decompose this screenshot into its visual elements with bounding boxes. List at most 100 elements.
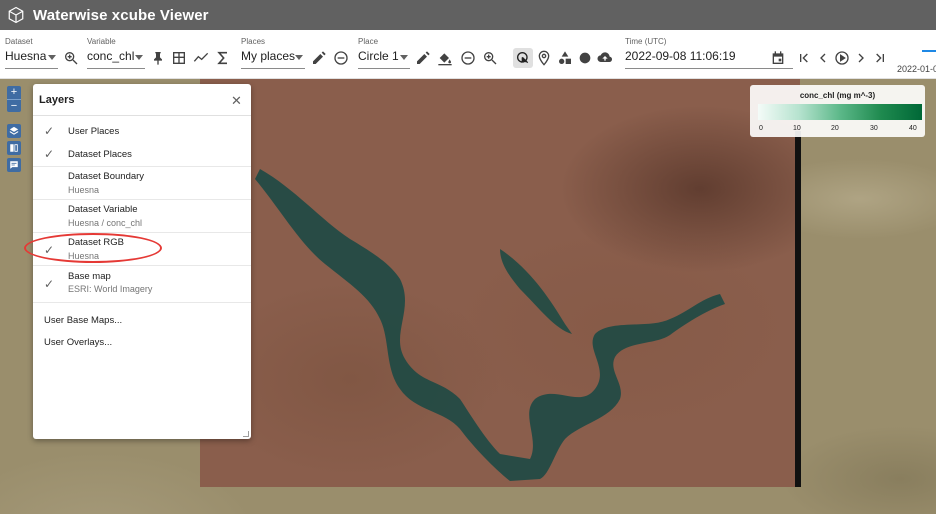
place-value: Circle 1: [358, 49, 399, 63]
time-series-button[interactable]: [191, 48, 211, 68]
legend-tick: 10: [793, 125, 801, 132]
time-label: Time (UTC): [625, 37, 667, 46]
chevron-down-icon: [295, 55, 303, 60]
select-tool-button[interactable]: [513, 48, 533, 68]
place-label: Place: [358, 37, 379, 46]
check-icon: ✓: [44, 277, 55, 291]
places-select[interactable]: My places: [241, 49, 305, 69]
layer-item-sublabel: Huesna: [68, 185, 100, 195]
divider: [33, 302, 251, 303]
table-icon: [173, 52, 185, 64]
sigma-icon: [217, 51, 227, 65]
last-time-step-button[interactable]: [870, 48, 890, 68]
variable-value: conc_chl: [87, 49, 135, 63]
previous-time-step-button[interactable]: [813, 48, 833, 68]
layer-item-label: Dataset Places: [68, 149, 132, 160]
map-marker-icon: [538, 50, 550, 66]
legend-colorbar[interactable]: [758, 104, 922, 120]
draw-polygon-button[interactable]: [555, 48, 575, 68]
layer-item-sublabel: Huesna: [68, 251, 100, 261]
app-title: Waterwise xcube Viewer: [33, 6, 209, 24]
next-time-step-button[interactable]: [851, 48, 871, 68]
chevron-down-icon: [135, 55, 143, 60]
layers-icon: [9, 126, 19, 135]
time-slider-track[interactable]: [922, 50, 936, 52]
variable-select[interactable]: conc_chl: [87, 49, 145, 69]
statistics-table-button[interactable]: [169, 48, 189, 68]
zoom-in-button[interactable]: +: [7, 86, 21, 99]
zoom-control: + −: [7, 86, 21, 112]
calendar-icon: [772, 51, 784, 64]
remove-places-button[interactable]: [331, 48, 351, 68]
minus-circle-icon: [334, 51, 348, 65]
zoom-to-icon: [484, 52, 497, 65]
play-button[interactable]: [832, 48, 852, 68]
user-overlays-link[interactable]: User Overlays...: [44, 337, 112, 348]
chevron-right-icon: [858, 53, 864, 63]
layer-item-dataset-rgb[interactable]: ✓ Dataset RGB Huesna: [33, 233, 251, 266]
cloud-upload-icon: [597, 52, 613, 63]
dataset-zoom-button[interactable]: [61, 48, 81, 68]
zoom-to-icon: [65, 52, 78, 65]
divider: [33, 115, 251, 116]
chevron-down-icon: [400, 55, 408, 60]
time-slider-start-label: 2022-01-0: [897, 64, 936, 74]
legend-tick: 40: [909, 125, 917, 132]
dataset-select[interactable]: Huesna: [5, 49, 58, 69]
variable-label: Variable: [87, 37, 116, 46]
places-label: Places: [241, 37, 266, 46]
close-icon[interactable]: ✕: [231, 93, 242, 109]
cursor-click-icon: [517, 52, 529, 64]
pencil-icon: [313, 51, 326, 64]
layer-item-base-map[interactable]: ✓ Base map ESRI: World Imagery: [33, 266, 251, 303]
layer-item-user-places[interactable]: ✓ User Places: [33, 118, 251, 141]
cube-icon: [8, 6, 24, 24]
layer-item-dataset-places[interactable]: ✓ Dataset Places: [33, 141, 251, 167]
split-map-button[interactable]: [7, 141, 21, 155]
zoom-out-button[interactable]: −: [7, 99, 21, 112]
layer-item-dataset-boundary[interactable]: Dataset Boundary Huesna: [33, 167, 251, 200]
zoom-to-place-button[interactable]: [480, 48, 500, 68]
pin-variable-button[interactable]: [148, 48, 168, 68]
info-button[interactable]: [7, 158, 21, 172]
layer-item-sublabel: ESRI: World Imagery: [68, 284, 153, 294]
draw-point-button[interactable]: [534, 48, 554, 68]
pencil-icon: [417, 51, 430, 64]
statistics-button[interactable]: [213, 48, 233, 68]
place-select[interactable]: Circle 1: [358, 49, 410, 69]
skip-last-icon: [876, 53, 884, 63]
skip-first-icon: [800, 53, 808, 63]
toolbar: Dataset Huesna Variable conc_chl Places …: [0, 30, 936, 79]
calendar-button[interactable]: [768, 48, 788, 68]
layer-item-label: Base map: [68, 271, 111, 282]
draw-circle-button[interactable]: [575, 48, 595, 68]
remove-place-button[interactable]: [458, 48, 478, 68]
resize-handle[interactable]: [243, 431, 249, 437]
layer-item-sublabel: Huesna / conc_chl: [68, 218, 143, 228]
place-style-button[interactable]: [435, 48, 455, 68]
rename-places-button[interactable]: [309, 48, 329, 68]
legend-tick: 0: [759, 125, 763, 132]
compare-icon: [10, 144, 18, 152]
check-icon: ✓: [44, 243, 55, 257]
layer-item-label: Dataset Variable: [68, 204, 138, 215]
timeline-icon: [193, 52, 209, 62]
layers-button[interactable]: [7, 124, 21, 138]
user-base-maps-link[interactable]: User Base Maps...: [44, 315, 122, 326]
chevron-down-icon: [48, 55, 56, 60]
dataset-rgb-layer: [200, 79, 800, 487]
places-value: My places: [241, 49, 296, 63]
first-time-step-button[interactable]: [794, 48, 814, 68]
upload-places-button[interactable]: [595, 48, 615, 68]
legend-tick: 20: [831, 125, 839, 132]
chevron-left-icon: [820, 53, 826, 63]
rename-place-button[interactable]: [413, 48, 433, 68]
layer-item-dataset-variable[interactable]: Dataset Variable Huesna / conc_chl: [33, 200, 251, 233]
shapes-icon: [559, 51, 571, 64]
check-icon: ✓: [44, 124, 55, 138]
pin-icon: [154, 52, 162, 65]
comment-icon: [10, 161, 18, 169]
color-legend[interactable]: conc_chl (mg m^-3) 0 10 20 30 40: [750, 85, 925, 137]
layer-edge: [795, 131, 801, 487]
layer-item-label: User Places: [68, 126, 120, 137]
